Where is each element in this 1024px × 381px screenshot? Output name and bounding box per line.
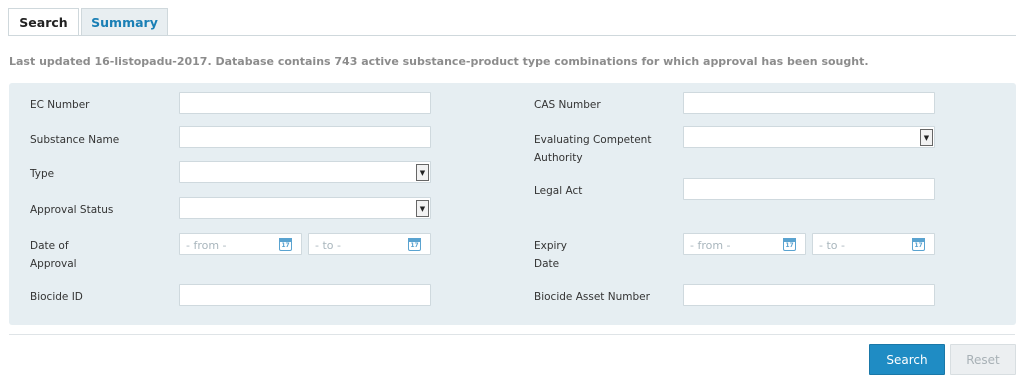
substance-name-label: Substance Name	[30, 134, 120, 146]
expiry-date-to-field[interactable]: 17	[812, 233, 935, 256]
evaluating-authority-label-line2: Authority	[534, 152, 583, 164]
type-label: Type	[30, 168, 55, 180]
calendar-icon[interactable]: 17	[912, 238, 925, 251]
cas-number-field[interactable]	[683, 92, 935, 115]
ec-number-field[interactable]	[179, 92, 431, 115]
calendar-day: 17	[785, 242, 794, 249]
chevron-down-icon[interactable]: ▼	[920, 129, 933, 146]
approval-date-to-field[interactable]: 17	[308, 233, 431, 256]
tab-search[interactable]: Search	[8, 8, 79, 36]
calendar-icon[interactable]: 17	[783, 238, 796, 251]
legal-act-label: Legal Act	[534, 185, 583, 197]
biocide-asset-number-input[interactable]	[684, 286, 934, 307]
calendar-day: 17	[914, 242, 923, 249]
expiry-date-from-field[interactable]: 17	[683, 233, 806, 256]
evaluating-authority-label-line1: Evaluating Competent	[534, 134, 652, 146]
approval-date-from-field[interactable]: 17	[179, 233, 302, 256]
biocide-id-label: Biocide ID	[30, 291, 83, 303]
date-of-approval-label-line2: Approval	[30, 258, 77, 270]
biocide-id-field[interactable]	[179, 284, 431, 307]
calendar-day: 17	[410, 242, 419, 249]
biocide-id-input[interactable]	[180, 286, 430, 307]
tabs-divider	[8, 35, 1016, 36]
biocide-asset-number-field[interactable]	[683, 284, 935, 307]
expiry-date-label-line1: Expiry	[534, 240, 567, 252]
type-select[interactable]: ▼	[179, 161, 431, 183]
cas-number-input[interactable]	[684, 94, 934, 115]
calendar-icon[interactable]: 17	[408, 238, 421, 251]
evaluating-authority-label: Evaluating Competent Authority	[534, 131, 651, 167]
chevron-down-icon[interactable]: ▼	[416, 164, 429, 181]
biocide-asset-number-label: Biocide Asset Number	[534, 291, 650, 303]
legal-act-input[interactable]	[684, 180, 934, 201]
date-of-approval-label-line1: Date of	[30, 240, 69, 252]
legal-act-field[interactable]	[683, 178, 935, 201]
ec-number-input[interactable]	[180, 94, 430, 115]
expiry-date-label-line2: Date	[534, 258, 560, 270]
calendar-icon[interactable]: 17	[279, 238, 292, 251]
substance-name-input[interactable]	[180, 128, 430, 149]
date-of-approval-label: Date of Approval	[30, 237, 77, 273]
substance-name-field[interactable]	[179, 126, 431, 149]
tab-summary[interactable]: Summary	[81, 8, 168, 36]
database-info-text: Last updated 16-listopadu-2017. Database…	[9, 55, 869, 68]
evaluating-authority-select[interactable]: ▼	[683, 126, 935, 148]
reset-button[interactable]: Reset	[950, 344, 1016, 375]
ec-number-label: EC Number	[30, 99, 90, 111]
cas-number-label: CAS Number	[534, 99, 601, 111]
approval-status-select[interactable]: ▼	[179, 197, 431, 219]
expiry-date-label: Expiry Date	[534, 237, 567, 273]
approval-status-label: Approval Status	[30, 204, 114, 216]
calendar-day: 17	[281, 242, 290, 249]
form-divider	[9, 334, 1015, 335]
search-form-panel: EC Number CAS Number Substance Name Eval…	[9, 83, 1016, 325]
chevron-down-icon[interactable]: ▼	[416, 200, 429, 217]
search-button[interactable]: Search	[869, 344, 945, 375]
